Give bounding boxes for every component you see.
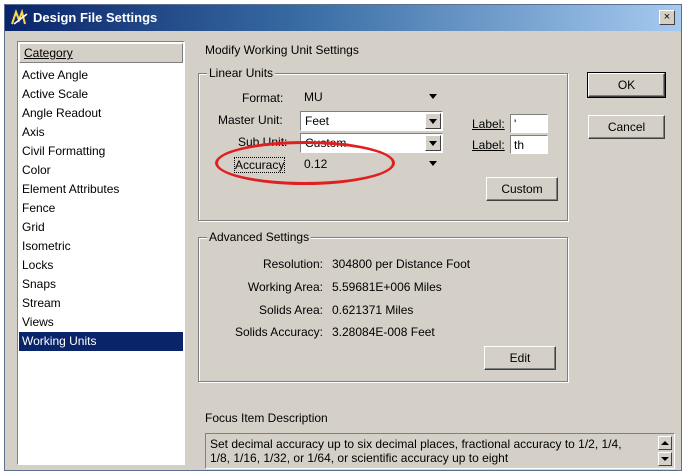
category-item[interactable]: Active Scale bbox=[19, 85, 183, 104]
format-select[interactable]: MU bbox=[300, 88, 443, 108]
working-area-value: 5.59681E+006 Miles bbox=[332, 280, 442, 294]
format-label: Format: bbox=[242, 91, 284, 105]
edit-button[interactable]: Edit bbox=[484, 346, 556, 370]
category-list: Active Angle Active Scale Angle Readout Axi… bbox=[19, 66, 183, 351]
solids-area-value: 0.621371 Miles bbox=[332, 303, 414, 317]
category-item[interactable]: Axis bbox=[19, 123, 183, 142]
category-header[interactable]: Category bbox=[19, 43, 183, 63]
resolution-label: Resolution: bbox=[262, 257, 323, 271]
master-unit-label: Master Unit: bbox=[218, 113, 283, 127]
category-item[interactable]: Angle Readout bbox=[19, 104, 183, 123]
format-value: MU bbox=[304, 90, 323, 104]
solids-accuracy-value: 3.28084E-008 Feet bbox=[332, 325, 435, 339]
focus-description-title: Focus Item Description bbox=[205, 411, 328, 425]
focus-description-text: Set decimal accuracy up to six decimal p… bbox=[210, 437, 622, 465]
sub-label-field[interactable] bbox=[510, 135, 548, 154]
chevron-down-icon[interactable] bbox=[425, 113, 441, 129]
title-bar[interactable]: Design File Settings × bbox=[5, 5, 681, 31]
category-item[interactable]: Fence bbox=[19, 199, 183, 218]
resolution-value: 304800 per Distance Foot bbox=[332, 257, 471, 271]
master-unit-value: Feet bbox=[305, 114, 330, 128]
category-item[interactable]: Stream bbox=[19, 294, 183, 313]
working-area-label: Working Area: bbox=[247, 280, 323, 294]
advanced-settings-title: Advanced Settings bbox=[207, 230, 312, 244]
category-item[interactable]: Active Angle bbox=[19, 66, 183, 85]
chevron-down-icon[interactable] bbox=[426, 156, 442, 172]
category-item[interactable]: Element Attributes bbox=[19, 180, 183, 199]
master-label-caption: Label: bbox=[472, 117, 505, 131]
master-label-field[interactable] bbox=[510, 114, 548, 133]
ok-button[interactable]: OK bbox=[587, 72, 666, 98]
focus-description-box: Set decimal accuracy up to six decimal p… bbox=[205, 433, 675, 469]
dialog-window: Design File Settings × Category Active A… bbox=[4, 4, 682, 471]
microstation-icon bbox=[11, 9, 28, 25]
scroll-up-icon[interactable] bbox=[658, 436, 672, 450]
category-item[interactable]: Color bbox=[19, 161, 183, 180]
custom-button[interactable]: Custom bbox=[486, 177, 558, 201]
category-item[interactable]: Isometric bbox=[19, 237, 183, 256]
page-title: Modify Working Unit Settings bbox=[205, 43, 359, 57]
category-item[interactable]: Locks bbox=[19, 256, 183, 275]
chevron-down-icon[interactable] bbox=[426, 89, 442, 105]
cancel-button[interactable]: Cancel bbox=[588, 115, 665, 139]
category-item[interactable]: Snaps bbox=[19, 275, 183, 294]
category-item[interactable]: Working Units bbox=[19, 332, 183, 351]
chevron-down-icon[interactable] bbox=[425, 135, 441, 151]
category-item[interactable]: Civil Formatting bbox=[19, 142, 183, 161]
solids-area-label: Solids Area: bbox=[258, 303, 323, 317]
category-item[interactable]: Views bbox=[19, 313, 183, 332]
scroll-down-icon[interactable] bbox=[658, 452, 672, 466]
master-unit-select[interactable]: Feet bbox=[300, 111, 443, 131]
solids-accuracy-label: Solids Accuracy: bbox=[234, 325, 323, 339]
sub-label-caption: Label: bbox=[472, 138, 505, 152]
highlight-annotation bbox=[215, 141, 395, 185]
category-list-panel: Category Active Angle Active Scale Angle R… bbox=[17, 41, 185, 465]
close-button[interactable]: × bbox=[659, 10, 675, 25]
window-title: Design File Settings bbox=[33, 10, 158, 25]
category-item[interactable]: Grid bbox=[19, 218, 183, 237]
linear-units-title: Linear Units bbox=[207, 66, 276, 80]
